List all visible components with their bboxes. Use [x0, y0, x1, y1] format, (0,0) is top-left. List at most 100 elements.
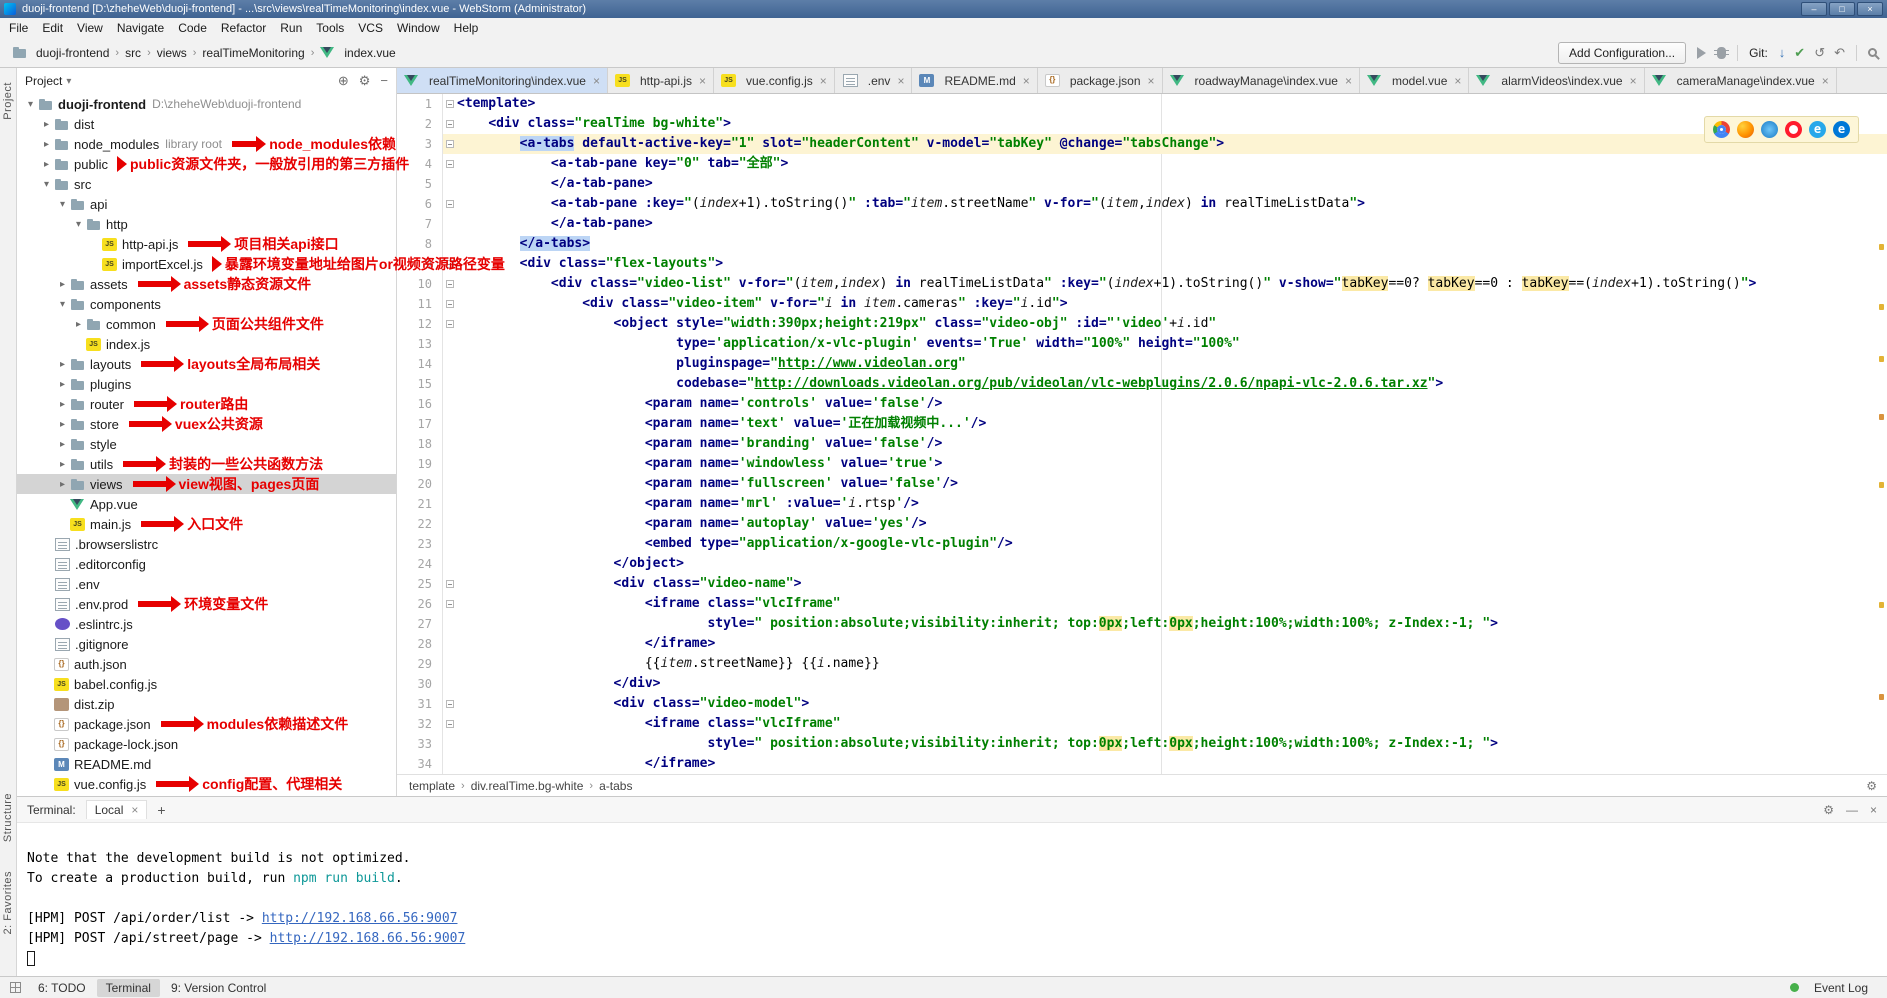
close-icon[interactable]: × [1870, 803, 1877, 817]
chrome-icon[interactable] [1713, 121, 1730, 138]
code-line-8[interactable]: 8 </a-tabs> [397, 234, 1887, 254]
close-icon[interactable]: × [593, 74, 600, 88]
status-version-control[interactable]: 9: Version Control [162, 979, 275, 997]
fold-icon[interactable] [446, 700, 454, 708]
menu-run[interactable]: Run [273, 21, 309, 35]
editor-tab-realtimemonitoring-index.vue[interactable]: realTimeMonitoring\index.vue× [397, 68, 608, 93]
tree-item-vue.config.js[interactable]: vue.config.jsconfig配置、代理相关 [17, 774, 396, 794]
fold-icon[interactable] [446, 120, 454, 128]
code-line-18[interactable]: 18 <param name='branding' value='false'/… [397, 434, 1887, 454]
tree-item-common[interactable]: ▸common页面公共组件文件 [17, 314, 396, 334]
chevron-right-icon[interactable]: ▸ [71, 319, 86, 330]
close-icon[interactable]: × [897, 74, 904, 88]
chevron-right-icon[interactable]: ▸ [55, 439, 70, 450]
tree-item-package-lock.json[interactable]: package-lock.json [17, 734, 396, 754]
fold-icon[interactable] [446, 100, 454, 108]
tree-item-http[interactable]: ▾http [17, 214, 396, 234]
code-line-21[interactable]: 21 <param name='mrl' :value='i.rtsp'/> [397, 494, 1887, 514]
editor-tab-readme.md[interactable]: README.md× [912, 68, 1037, 93]
code-line-33[interactable]: 33 style=" position:absolute;visibility:… [397, 734, 1887, 754]
fold-icon[interactable] [446, 720, 454, 728]
structure-stripe-button[interactable]: Structure [2, 793, 14, 842]
chevron-down-icon[interactable]: ▾ [55, 299, 70, 310]
fold-icon[interactable] [446, 300, 454, 308]
chevron-right-icon[interactable]: ▸ [55, 419, 70, 430]
tree-item-main.js[interactable]: main.js入口文件 [17, 514, 396, 534]
terminal-link[interactable]: http://192.168.66.56:9007 [262, 911, 458, 926]
search-everywhere-icon[interactable] [1868, 48, 1877, 57]
code-line-15[interactable]: 15 codebase="http://downloads.videolan.o… [397, 374, 1887, 394]
menu-tools[interactable]: Tools [309, 21, 351, 35]
chevron-right-icon[interactable]: ▸ [55, 459, 70, 470]
status-event-log[interactable]: Event Log [1805, 979, 1877, 997]
tree-item-node-modules[interactable]: ▸node_moduleslibrary rootnode_modules依赖 [17, 134, 396, 154]
code-line-2[interactable]: 2 <div class="realTime bg-white"> [397, 114, 1887, 134]
code-editor[interactable]: 1<template>2 <div class="realTime bg-whi… [397, 94, 1887, 774]
run-icon[interactable] [1697, 47, 1706, 59]
code-line-25[interactable]: 25 <div class="video-name"> [397, 574, 1887, 594]
debug-icon[interactable] [1717, 47, 1726, 59]
status-terminal[interactable]: Terminal [97, 979, 160, 997]
menu-refactor[interactable]: Refactor [214, 21, 273, 35]
code-line-28[interactable]: 28 </iframe> [397, 634, 1887, 654]
tree-item-plugins[interactable]: ▸plugins [17, 374, 396, 394]
code-line-6[interactable]: 6 <a-tab-pane :key="(index+1).toString()… [397, 194, 1887, 214]
fold-icon[interactable] [446, 280, 454, 288]
project-stripe-button[interactable]: Project [2, 82, 14, 120]
code-line-10[interactable]: 10 <div class="video-list" v-for="(item,… [397, 274, 1887, 294]
fold-icon[interactable] [446, 160, 454, 168]
fold-icon[interactable] [446, 580, 454, 588]
terminal-output[interactable]: Note that the development build is not o… [17, 823, 1887, 976]
chevron-down-icon[interactable]: ▾ [23, 99, 38, 110]
tool-windows-icon[interactable] [10, 982, 21, 993]
add-configuration-button[interactable]: Add Configuration... [1558, 42, 1686, 64]
safari-icon[interactable] [1761, 121, 1778, 138]
editor-breadcrumb-template[interactable]: template [407, 779, 457, 793]
close-icon[interactable]: × [1345, 74, 1352, 88]
tree-item-assets[interactable]: ▸assetsassets静态资源文件 [17, 274, 396, 294]
maximize-button[interactable]: □ [1829, 2, 1855, 16]
editor-breadcrumb-a-tabs[interactable]: a-tabs [597, 779, 634, 793]
tree-item-dist.zip[interactable]: dist.zip [17, 694, 396, 714]
tree-item-.env[interactable]: .env [17, 574, 396, 594]
code-line-16[interactable]: 16 <param name='controls' value='false'/… [397, 394, 1887, 414]
fold-icon[interactable] [446, 140, 454, 148]
tree-item-utils[interactable]: ▸utils封装的一些公共函数方法 [17, 454, 396, 474]
history-icon[interactable]: ↺ [1814, 46, 1825, 59]
breadcrumb-views[interactable]: views [155, 46, 189, 60]
tree-item-app.vue[interactable]: App.vue [17, 494, 396, 514]
editor-tab-roadwaymanage-index.vue[interactable]: roadwayManage\index.vue× [1163, 68, 1360, 93]
code-line-9[interactable]: 9 <div class="flex-layouts"> [397, 254, 1887, 274]
close-icon[interactable]: × [699, 74, 706, 88]
code-line-29[interactable]: 29 {{item.streetName}} {{i.name}} [397, 654, 1887, 674]
code-line-32[interactable]: 32 <iframe class="vlcIframe" [397, 714, 1887, 734]
tree-item-components[interactable]: ▾components [17, 294, 396, 314]
fold-icon[interactable] [446, 200, 454, 208]
tree-item-.env.prod[interactable]: .env.prod环境变量文件 [17, 594, 396, 614]
close-icon[interactable]: × [131, 803, 138, 817]
terminal-tab-local[interactable]: Local × [86, 800, 148, 819]
tree-item-auth.json[interactable]: auth.json [17, 654, 396, 674]
code-line-7[interactable]: 7 </a-tab-pane> [397, 214, 1887, 234]
close-icon[interactable]: × [820, 74, 827, 88]
code-line-14[interactable]: 14 pluginspage="http://www.videolan.org" [397, 354, 1887, 374]
menu-help[interactable]: Help [447, 21, 486, 35]
code-line-23[interactable]: 23 <embed type="application/x-google-vlc… [397, 534, 1887, 554]
collapse-all-icon[interactable]: − [380, 73, 388, 89]
chevron-right-icon[interactable]: ▸ [39, 159, 54, 170]
close-button[interactable]: × [1857, 2, 1883, 16]
code-line-3[interactable]: 3 <a-tabs default-active-key="1" slot="h… [397, 134, 1887, 154]
menu-view[interactable]: View [70, 21, 110, 35]
close-icon[interactable]: × [1822, 74, 1829, 88]
project-panel-title[interactable]: Project [25, 74, 62, 88]
terminal-link[interactable]: http://192.168.66.56:9007 [270, 931, 466, 946]
tree-item-style[interactable]: ▸style [17, 434, 396, 454]
minimize-button[interactable]: – [1801, 2, 1827, 16]
tree-item-public[interactable]: ▸publicpublic资源文件夹，一般放引用的第三方插件 [17, 154, 396, 174]
tree-item-api[interactable]: ▾api [17, 194, 396, 214]
new-terminal-icon[interactable]: + [157, 802, 165, 818]
chevron-right-icon[interactable]: ▸ [55, 359, 70, 370]
error-stripe[interactable] [1875, 94, 1887, 774]
status-todo[interactable]: 6: TODO [29, 979, 95, 997]
close-icon[interactable]: × [1148, 74, 1155, 88]
